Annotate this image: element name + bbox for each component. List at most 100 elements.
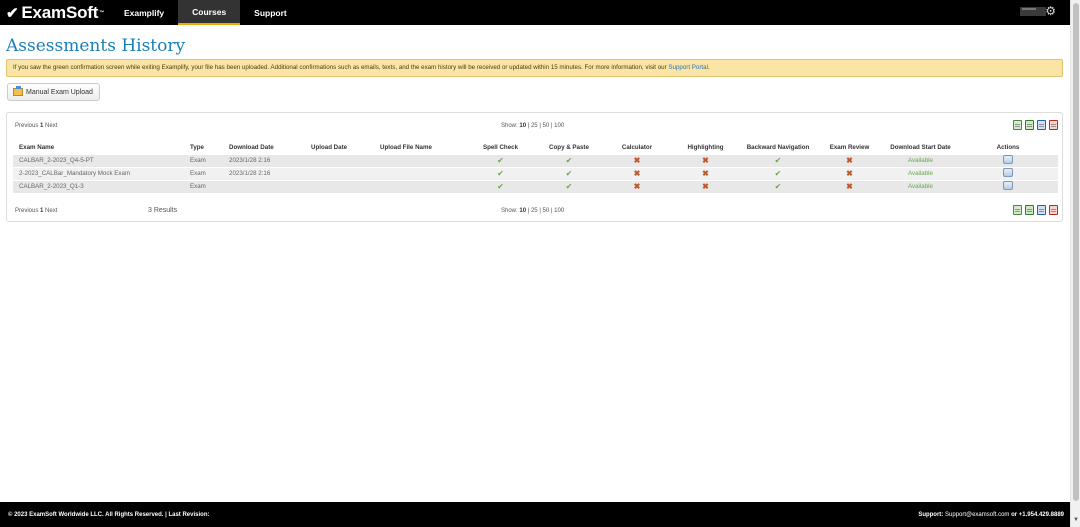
copyright-text: © 2023 ExamSoft Worldwide LLC. All Right… [8,511,210,518]
vertical-scrollbar[interactable]: ▼ [1070,0,1080,527]
assessments-table: Exam Name Type Download Date Upload Date… [13,141,1058,193]
page-size-50[interactable]: 50 [543,208,550,214]
page-size-10[interactable]: 10 [519,123,526,129]
notice-end: . [707,64,710,71]
examsoft-check-icon: ✔ [6,4,19,22]
pdf-icon[interactable] [1049,120,1058,130]
examsoft-logo[interactable]: ✔ ExamSoft ™ [6,3,104,23]
col-exam-name[interactable]: Exam Name [13,141,184,154]
cross-icon: ✖ [846,169,853,178]
col-exam-review[interactable]: Exam Review [816,141,883,154]
separator: | [539,208,541,214]
col-backward-navigation[interactable]: Backward Navigation [740,141,816,154]
pdf-icon[interactable] [1049,205,1058,215]
manual-exam-upload-button[interactable]: Manual Exam Upload [7,83,100,101]
col-download-date[interactable]: Download Date [223,141,305,154]
support-label: Support: [918,511,944,518]
col-type[interactable]: Type [184,141,223,154]
col-calculator[interactable]: Calculator [603,141,671,154]
check-icon: ✔ [774,182,782,192]
word-icon[interactable] [1037,120,1046,130]
support-or: or [1011,511,1018,518]
separator: | [550,123,553,129]
download-date: 2023/1/28 2:16 [223,166,305,180]
page-footer: © 2023 ExamSoft Worldwide LLC. All Right… [0,502,1070,527]
pager-current-page: 1 [40,123,44,129]
scroll-down-arrow-icon[interactable]: ▼ [1073,517,1079,523]
upload-file-name [374,153,466,167]
csv-icon[interactable] [1013,120,1022,130]
results-count: 3 Results [148,207,178,214]
col-spell-check[interactable]: Spell Check [466,141,535,154]
pager-current-page: 1 [40,208,44,214]
upload-file-name [374,166,466,180]
support-email[interactable]: Support@examsoft.com [945,512,1009,518]
check-icon: ✔ [565,156,573,165]
pager-previous[interactable]: Previous [15,123,38,129]
col-upload-date[interactable]: Upload Date [305,141,374,154]
folder-upload-icon [13,86,23,96]
col-download-start-date[interactable]: Download Start Date [883,141,958,154]
trademark-icon: ™ [99,9,104,16]
table-row: CALBAR_2-2023_Q1-3 Exam ✔ ✔ ✖ ✖ ✔ ✖ Avai… [13,179,1058,193]
cross-icon: ✖ [633,156,641,165]
page-title: Assessments History [6,36,186,56]
support-portal-link[interactable]: Support Portal [668,64,708,71]
exam-history-panel: Previous 1 Next Show: 10 | 25 | 50 | 100… [6,112,1063,222]
download-start-status: Available [883,179,958,193]
nav-examplify[interactable]: Examplify [110,0,178,25]
show-label: Show: [501,208,518,214]
scrollbar-thumb[interactable] [1073,3,1079,501]
nav-support[interactable]: Support [240,0,301,25]
exam-type: Exam [184,179,223,193]
word-icon[interactable] [1037,205,1046,215]
notice-text: If you saw the green confirmation screen… [13,64,669,71]
support-contact: Support: Support@examsoft.com or +1.954.… [918,512,1064,518]
excel-icon[interactable] [1025,120,1034,130]
col-upload-file-name[interactable]: Upload File Name [374,141,466,154]
check-icon: ✔ [774,156,782,165]
cross-icon: ✖ [846,156,853,165]
upload-date [305,166,374,180]
page-size-25[interactable]: 25 [531,123,538,129]
pager-next[interactable]: Next [45,208,57,214]
page-size-25[interactable]: 25 [531,208,538,214]
table-row: 2-2023_CALBar_Mandatory Mock Exam Exam 2… [13,166,1058,180]
col-highlighting[interactable]: Highlighting [671,141,740,154]
exam-type: Exam [184,166,223,180]
check-icon: ✔ [565,182,573,192]
pager-previous[interactable]: Previous [15,208,38,214]
page-size-10[interactable]: 10 [519,208,526,214]
page-size-100[interactable]: 100 [554,123,564,129]
check-icon: ✔ [497,169,504,178]
gear-icon[interactable]: ⚙ [1045,4,1056,18]
top-nav-bar: ✔ ExamSoft ™ Examplify Courses Support ⚙ [0,0,1070,25]
bottom-export-icons [1013,205,1058,215]
excel-icon[interactable] [1025,205,1034,215]
user-name-redacted[interactable] [1020,7,1046,16]
top-export-icons [1013,120,1058,130]
cross-icon: ✖ [702,182,709,192]
separator: | [550,208,553,214]
col-actions: Actions [996,143,1020,151]
table-row: CALBAR_2-2023_Q4-5-PT Exam 2023/1/28 2:1… [13,153,1058,167]
nav-courses[interactable]: Courses [178,0,241,25]
page-size-50[interactable]: 50 [543,123,550,129]
download-date: 2023/1/28 2:16 [223,153,305,167]
exam-details-action-icon[interactable] [1003,181,1013,191]
exam-type: Exam [184,153,223,167]
check-icon: ✔ [497,182,504,192]
table-header-row: Exam Name Type Download Date Upload Date… [13,141,1058,154]
csv-icon[interactable] [1013,205,1022,215]
cross-icon: ✖ [846,182,853,192]
exam-name: CALBAR_2-2023_Q1-3 [13,179,184,193]
page-size-100[interactable]: 100 [554,208,564,214]
exam-details-action-icon[interactable] [1003,155,1013,164]
cross-icon: ✖ [702,169,709,178]
pager-next[interactable]: Next [45,123,57,129]
exam-name: CALBAR_2-2023_Q4-5-PT [13,153,184,167]
download-date [223,179,305,193]
exam-details-action-icon[interactable] [1003,168,1013,177]
bottom-pager: Previous 1 Next [15,208,57,214]
col-copy-paste[interactable]: Copy & Paste [535,141,603,154]
